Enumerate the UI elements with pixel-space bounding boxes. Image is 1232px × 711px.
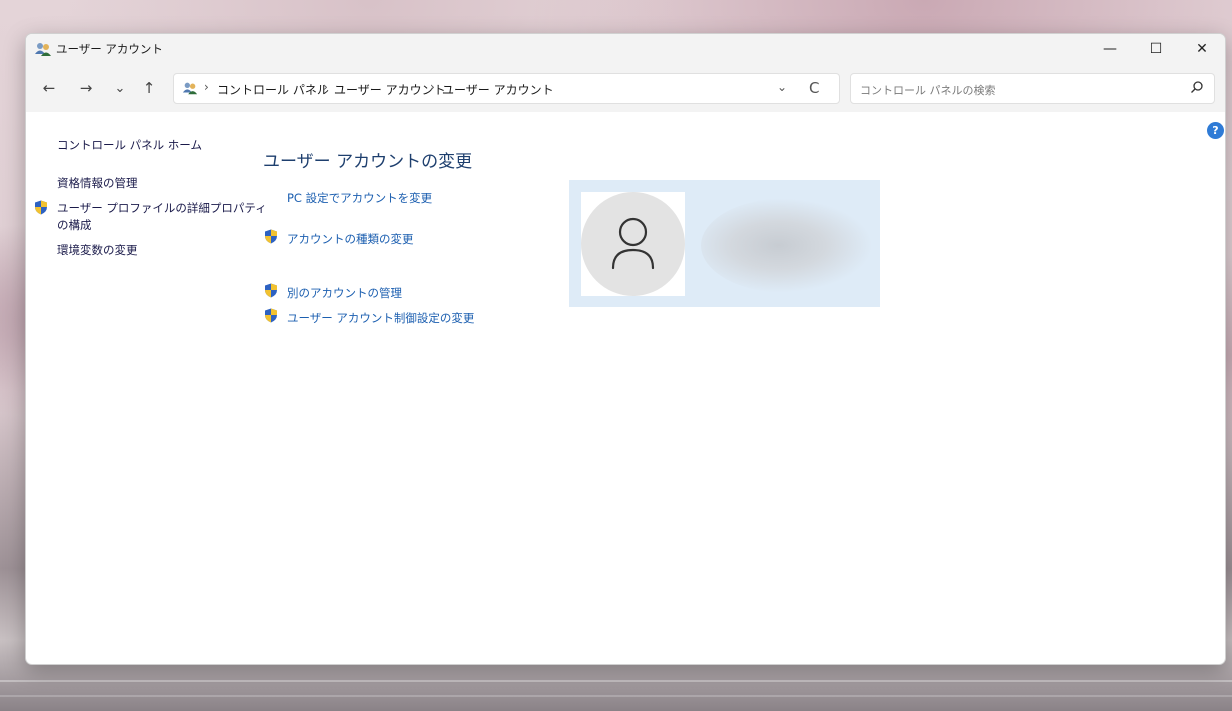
help-icon[interactable]: ? (1207, 122, 1224, 139)
uac-shield-icon (265, 229, 277, 244)
breadcrumb-user-accounts-current[interactable]: ユーザー アカウント (442, 81, 554, 98)
sidebar-item-advanced-profile-properties-cont[interactable]: の構成 (57, 218, 92, 232)
uac-shield-icon (265, 308, 277, 323)
user-icon (611, 217, 655, 270)
wallpaper-detail (0, 680, 1232, 682)
uac-shield-icon (265, 283, 277, 298)
breadcrumb-separator: › (430, 80, 435, 94)
task-link-change-account-type[interactable]: アカウントの種類の変更 (287, 231, 414, 247)
maximize-button[interactable]: ☐ (1133, 34, 1179, 64)
address-bar[interactable]: › コントロール パネル › ユーザー アカウント › ユーザー アカウント ⌄… (173, 73, 840, 104)
title-bar: ユーザー アカウント — ☐ ✕ (26, 34, 1225, 64)
close-button[interactable]: ✕ (1179, 34, 1225, 64)
breadcrumb-user-accounts[interactable]: ユーザー アカウント (334, 81, 446, 98)
blurred-account-name (701, 198, 873, 293)
forward-button[interactable]: → (73, 75, 99, 101)
address-dropdown-icon[interactable]: ⌄ (777, 80, 787, 94)
search-placeholder: コントロール パネルの検索 (860, 84, 996, 97)
recent-locations-button[interactable]: ⌄ (107, 75, 133, 101)
account-tile[interactable] (569, 180, 880, 307)
task-link-manage-another-account[interactable]: 別のアカウントの管理 (287, 285, 402, 301)
sidebar-item-credential-manager[interactable]: 資格情報の管理 (57, 176, 138, 190)
search-icon[interactable] (1190, 80, 1204, 94)
back-button[interactable]: ← (36, 75, 62, 101)
sidebar-item-advanced-profile-properties[interactable]: ユーザー プロファイルの詳細プロパティ (57, 201, 267, 215)
navigation-bar: ← → ⌄ ↑ › コントロール パネル › ユーザー アカウント › ユーザー… (26, 64, 1225, 112)
breadcrumb-separator: › (323, 80, 328, 94)
task-link-uac-settings[interactable]: ユーザー アカウント制御設定の変更 (287, 310, 474, 326)
wallpaper-detail (0, 695, 1232, 697)
users-icon (182, 82, 198, 95)
sidebar-item-environment-variables[interactable]: 環境変数の変更 (57, 243, 138, 257)
up-button[interactable]: ↑ (136, 75, 162, 101)
users-icon (35, 43, 51, 56)
uac-shield-icon (35, 200, 47, 215)
user-accounts-window: ユーザー アカウント — ☐ ✕ ← → ⌄ ↑ › コントロール パネル › … (25, 33, 1226, 665)
refresh-icon[interactable]: C (809, 79, 819, 97)
task-link-pc-settings[interactable]: PC 設定でアカウントを変更 (287, 190, 432, 206)
minimize-button[interactable]: — (1087, 34, 1133, 64)
search-box[interactable]: コントロール パネルの検索 (850, 73, 1215, 104)
breadcrumb-separator: › (204, 80, 209, 94)
breadcrumb-control-panel[interactable]: コントロール パネル (217, 81, 329, 98)
avatar (581, 192, 685, 296)
window-title: ユーザー アカウント (56, 42, 163, 56)
page-title: ユーザー アカウントの変更 (263, 152, 473, 172)
sidebar-item-control-panel-home[interactable]: コントロール パネル ホーム (57, 138, 202, 152)
